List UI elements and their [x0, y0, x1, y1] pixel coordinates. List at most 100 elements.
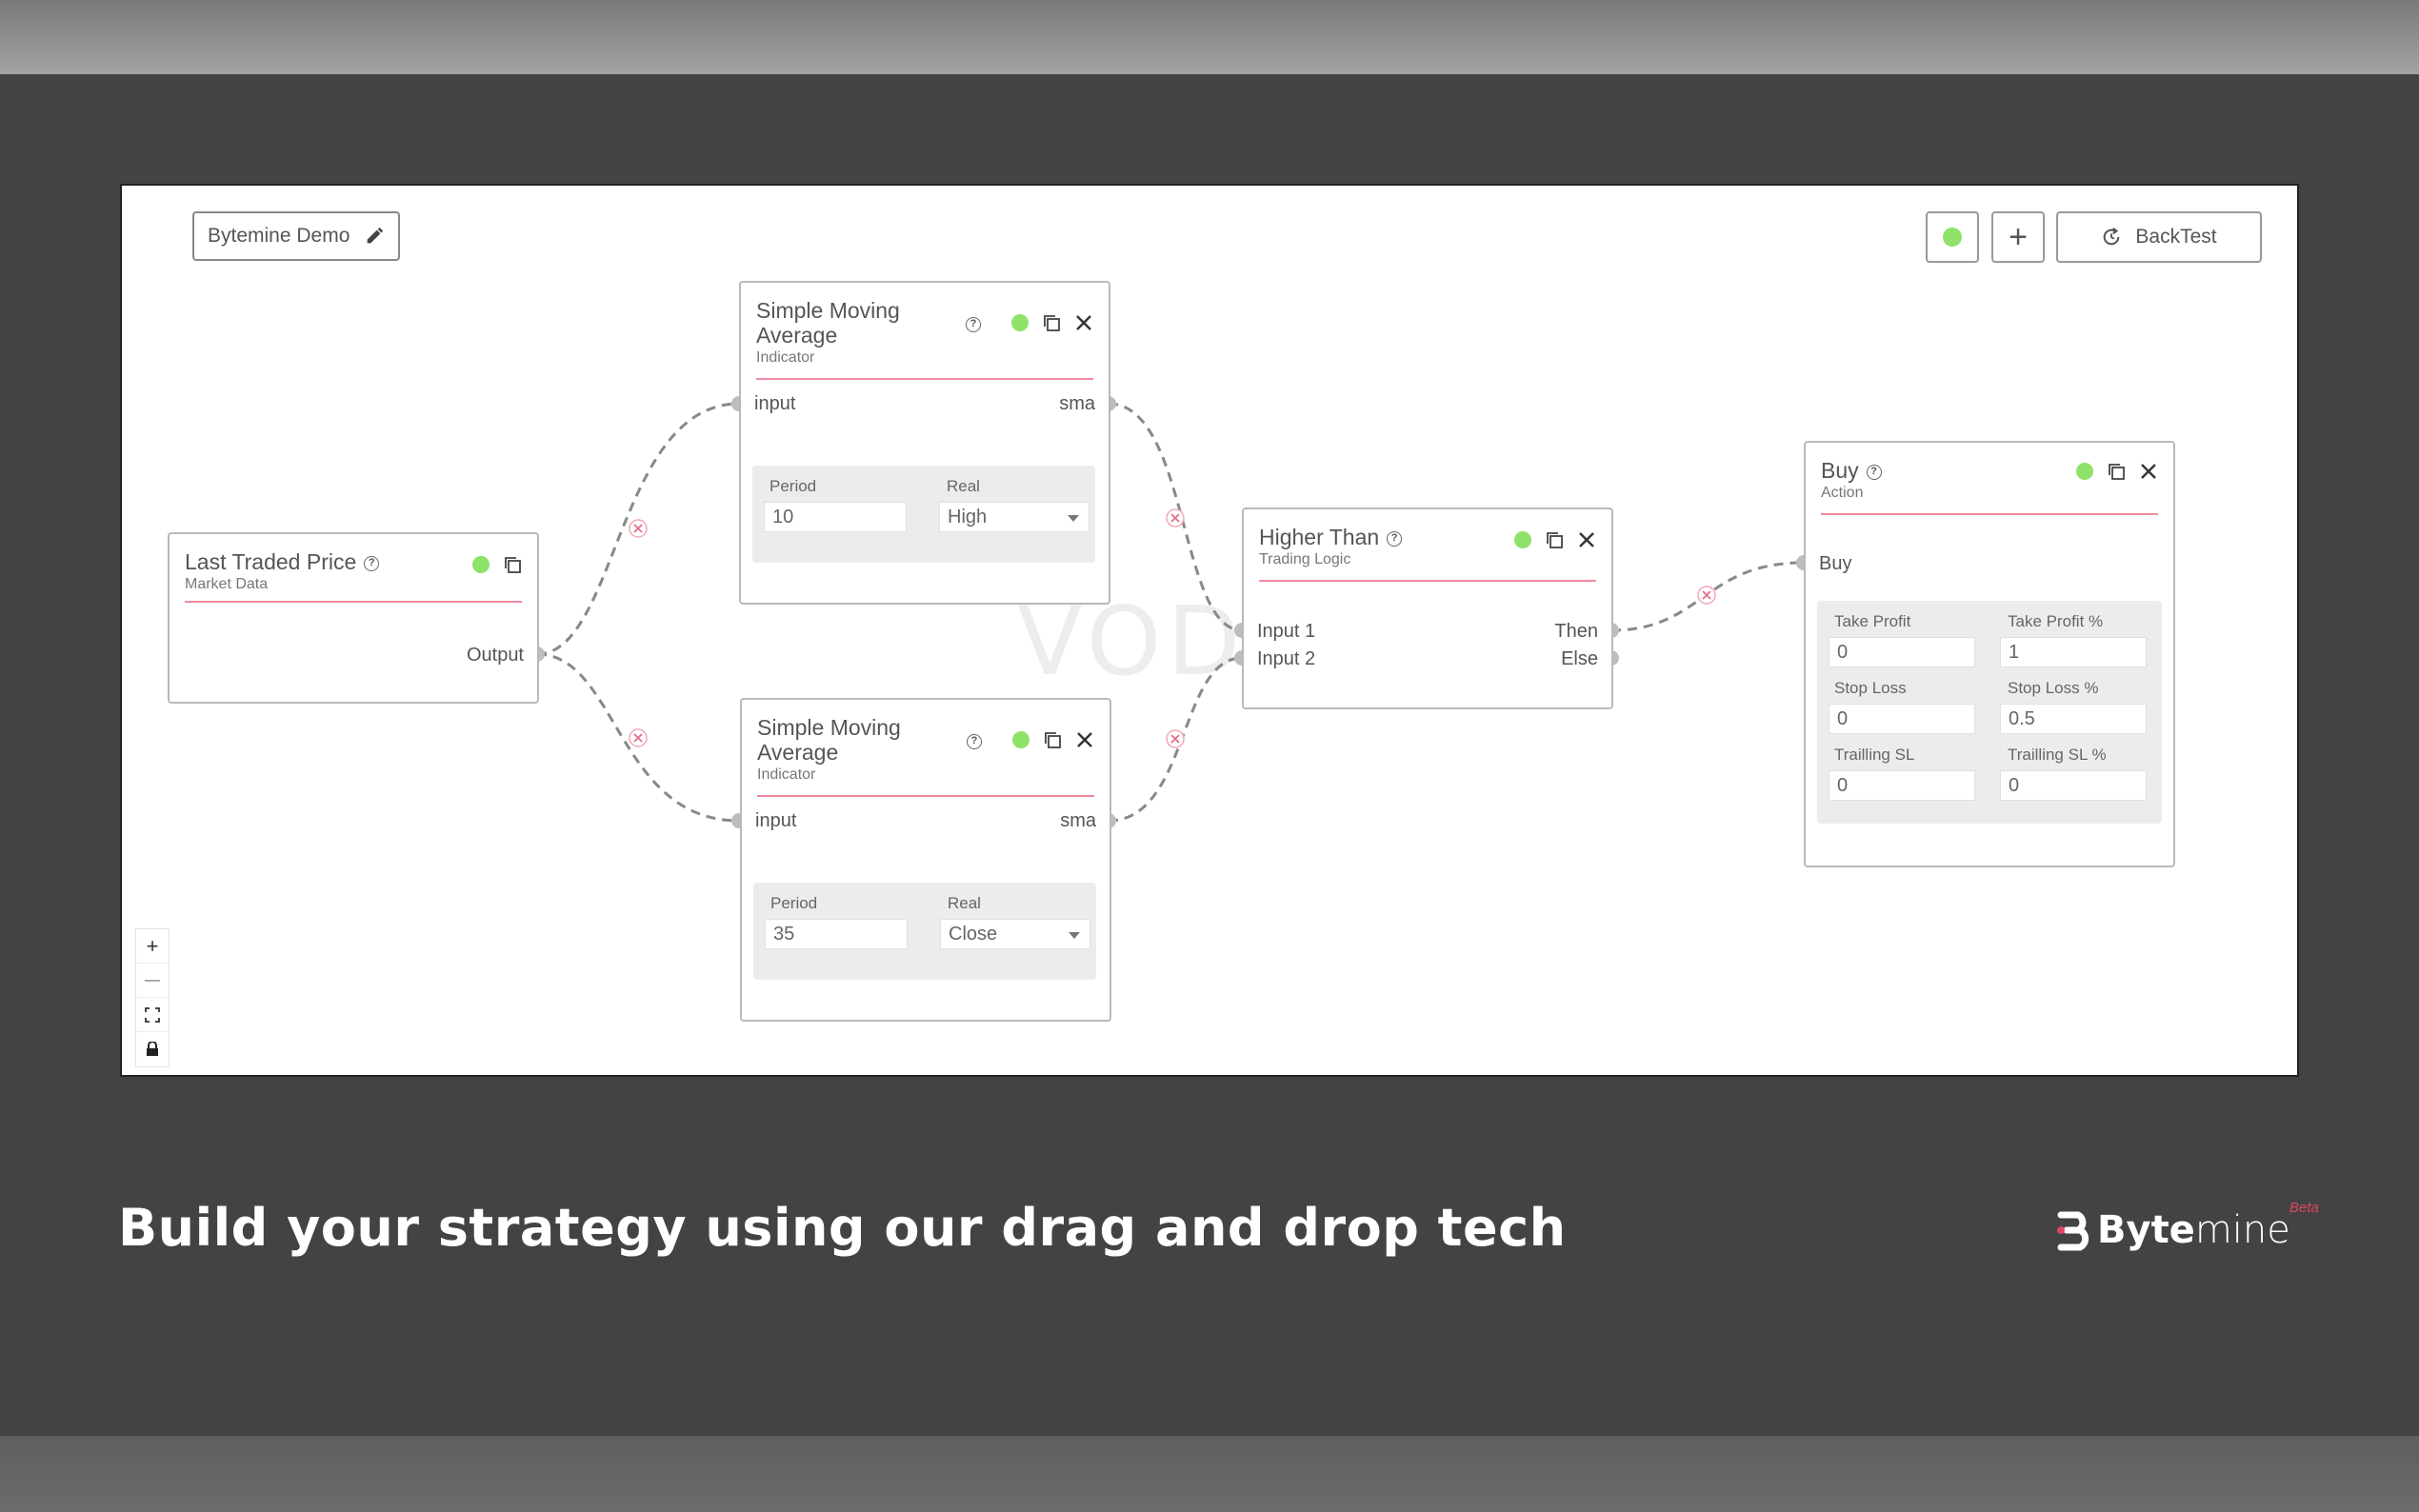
chevron-down-icon — [1068, 515, 1079, 522]
trailing-sl-label: Trailling SL — [1834, 746, 1915, 764]
status-dot-icon — [1943, 228, 1962, 247]
add-node-button[interactable]: + — [1991, 211, 2045, 263]
copy-icon[interactable] — [503, 555, 522, 574]
node-controls — [1011, 313, 1093, 332]
help-icon[interactable]: ? — [1866, 464, 1882, 480]
chevron-down-icon — [1069, 932, 1080, 939]
take-profit-label: Take Profit — [1834, 612, 1911, 630]
params-panel: Period 35 Real Close — [753, 883, 1096, 980]
real-select-value: High — [948, 507, 988, 527]
stop-loss-pct-input[interactable]: 0.5 — [2000, 704, 2147, 734]
help-icon[interactable]: ? — [966, 317, 981, 332]
take-profit-input[interactable]: 0 — [1829, 637, 1975, 667]
port-sma-label: sma — [1059, 393, 1095, 414]
port-else-label: Else — [1561, 648, 1598, 669]
close-icon[interactable] — [1577, 530, 1596, 549]
lock-icon — [147, 1042, 158, 1056]
copy-icon[interactable] — [1545, 530, 1564, 549]
stop-loss-pct-label: Stop Loss % — [2008, 679, 2099, 697]
node-higher-than[interactable]: Higher Than? Trading Logic Input 1 Input… — [1242, 507, 1613, 709]
brand-name-light: mine — [2194, 1208, 2290, 1252]
project-name: Bytemine Demo — [208, 225, 350, 247]
node-divider — [1821, 513, 2158, 515]
refresh-clock-icon — [2104, 228, 2120, 246]
node-last-traded-price[interactable]: Last Traded Price? Market Data Output — [168, 532, 539, 704]
port-input1-label: Input 1 — [1257, 621, 1316, 642]
stop-loss-input[interactable]: 0 — [1829, 704, 1975, 734]
help-icon[interactable]: ? — [1387, 530, 1403, 547]
port-sma-label: sma — [1060, 810, 1096, 831]
node-subtitle: Indicator — [757, 766, 816, 783]
node-controls — [1514, 530, 1596, 549]
take-profit-pct-label: Take Profit % — [2008, 612, 2104, 630]
port-then-label: Then — [1554, 621, 1598, 642]
backtest-label: BackTest — [2135, 226, 2217, 248]
real-label: Real — [948, 894, 981, 912]
port-input-label: input — [754, 393, 796, 414]
node-title: Higher Than — [1259, 525, 1380, 549]
port-output-label: Output — [466, 645, 524, 666]
backtest-button[interactable]: BackTest — [2056, 211, 2262, 263]
real-select[interactable]: Close — [940, 919, 1090, 949]
node-header: Last Traded Price? Market Data — [185, 549, 522, 593]
help-icon[interactable]: ? — [967, 734, 982, 749]
port-input2-label: Input 2 — [1257, 648, 1316, 669]
top-band — [0, 0, 2419, 74]
status-dot-icon — [1012, 731, 1030, 748]
period-label: Period — [770, 477, 817, 495]
node-divider — [185, 601, 522, 603]
zoom-controls: + — — [135, 928, 170, 1067]
node-buy[interactable]: Buy? Action Buy Take Profit 0 Take Profi… — [1804, 441, 2175, 867]
status-dot-icon — [1514, 531, 1531, 548]
node-subtitle: Market Data — [185, 576, 269, 592]
node-sma-2[interactable]: Simple Moving Average Indicator ? input … — [740, 698, 1111, 1022]
brand-name-bold: Byte — [2097, 1208, 2195, 1252]
bytemine-logo-icon — [2057, 1211, 2089, 1251]
close-icon[interactable] — [1075, 730, 1094, 749]
trailing-sl-pct-label: Trailling SL % — [2008, 746, 2107, 764]
help-icon[interactable]: ? — [364, 555, 380, 571]
edit-pencil-icon[interactable] — [364, 226, 385, 247]
node-controls — [2076, 462, 2158, 481]
project-name-chip[interactable]: Bytemine Demo — [192, 211, 400, 261]
status-dot-icon — [1011, 314, 1029, 331]
real-select[interactable]: High — [939, 502, 1090, 532]
beta-badge: Beta — [2289, 1200, 2319, 1216]
bottom-band — [0, 1436, 2419, 1512]
status-dot-icon — [2076, 463, 2093, 480]
trailing-sl-pct-input[interactable]: 0 — [2000, 770, 2147, 801]
zoom-in-button[interactable]: + — [136, 929, 169, 964]
copy-icon[interactable] — [2107, 462, 2126, 481]
node-subtitle: Trading Logic — [1259, 551, 1351, 567]
period-input[interactable]: 10 — [764, 502, 907, 532]
close-icon[interactable] — [1074, 313, 1093, 332]
close-icon[interactable] — [2139, 462, 2158, 481]
copy-icon[interactable] — [1042, 313, 1061, 332]
node-sma-1[interactable]: Simple Moving Average Indicator ? input … — [739, 281, 1110, 605]
node-title: Last Traded Price — [185, 549, 357, 574]
period-input[interactable]: 35 — [765, 919, 908, 949]
zoom-out-button[interactable]: — — [136, 964, 169, 998]
real-select-value: Close — [949, 924, 998, 945]
node-controls — [1012, 730, 1094, 749]
lock-button[interactable] — [136, 1032, 169, 1066]
node-title: Buy — [1821, 458, 1859, 483]
node-header: Simple Moving Average Indicator — [756, 298, 1093, 367]
node-divider — [1259, 580, 1596, 582]
node-divider — [757, 795, 1094, 797]
port-buy-label: Buy — [1819, 553, 1852, 574]
port-input-label: input — [755, 810, 797, 831]
status-button[interactable] — [1926, 211, 1979, 263]
take-profit-pct-input[interactable]: 1 — [2000, 637, 2147, 667]
real-label: Real — [947, 477, 980, 495]
brand-logo: Byte mine Beta — [2055, 1200, 2319, 1259]
copy-icon[interactable] — [1043, 730, 1062, 749]
fit-view-icon — [145, 1006, 160, 1023]
params-panel: Take Profit 0 Take Profit % 1 Stop Loss … — [1817, 601, 2162, 824]
strategy-canvas[interactable]: VOD Bytemine Demo + BackTest Last Traded… — [120, 184, 2299, 1077]
stop-loss-label: Stop Loss — [1834, 679, 1907, 697]
fit-view-button[interactable] — [136, 998, 169, 1032]
node-subtitle: Indicator — [756, 349, 815, 366]
node-subtitle: Action — [1821, 485, 1864, 501]
trailing-sl-input[interactable]: 0 — [1829, 770, 1975, 801]
